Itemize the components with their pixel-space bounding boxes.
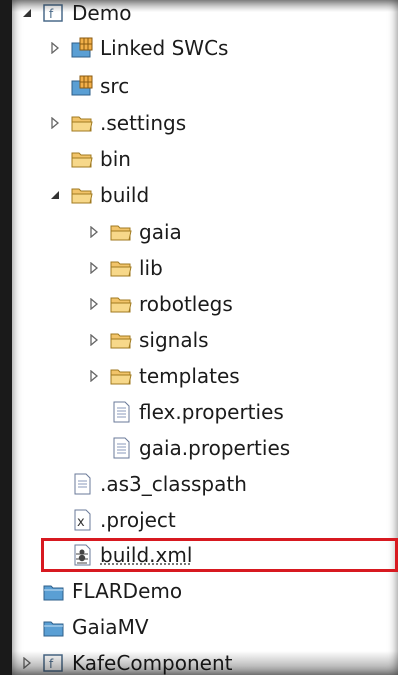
ant-build-file-icon [70,544,94,566]
tree-item-signals[interactable]: signals [12,323,398,357]
tree-item-label: gaia [139,220,182,244]
tree-item-linked-swcs[interactable]: Linked SWCs [12,31,398,65]
tree-item-settings[interactable]: .settings [12,106,398,140]
collapsed-arrow-icon[interactable] [20,656,34,670]
folder-icon [109,257,133,279]
flex-project-icon: f [42,2,66,24]
tree-item-gaiamv[interactable]: GaiaMV [12,610,398,644]
tree-item-label: build.xml [100,543,193,567]
text-file-icon [70,473,94,495]
flex-project-icon: f [42,652,66,674]
tree-item-label: GaiaMV [72,615,149,639]
tree-item-label: FLARDemo [72,579,183,603]
collapsed-arrow-icon[interactable] [87,225,101,239]
tree-item-label: signals [139,328,209,352]
collapsed-arrow-icon[interactable] [87,297,101,311]
properties-file-icon [109,401,133,423]
tree-item-label: templates [139,364,240,388]
library-icon [70,37,94,59]
folder-icon [109,365,133,387]
svg-text:x: x [77,515,85,530]
tree-item-gaia[interactable]: gaia [12,215,398,249]
folder-icon [70,148,94,170]
project-explorer-tree: f Demo Linked SWCs src .settings bin bui… [12,0,398,675]
tree-item-label: gaia.properties [139,436,291,460]
closed-project-icon [42,616,66,638]
expanded-arrow-icon[interactable] [48,188,62,202]
folder-icon [109,329,133,351]
tree-item-src[interactable]: src [12,69,398,103]
tree-item-build-xml[interactable]: build.xml [12,538,398,572]
folder-icon [109,221,133,243]
xml-file-icon: x [70,509,94,531]
tree-item-templates[interactable]: templates [12,359,398,393]
tree-item-label: lib [139,256,163,280]
tree-item-build-folder[interactable]: build [12,178,398,212]
tree-item-robotlegs[interactable]: robotlegs [12,287,398,321]
tree-item-label: Demo [72,1,132,25]
tree-item-flardemo[interactable]: FLARDemo [12,574,398,608]
tree-item-label: flex.properties [139,400,284,424]
collapsed-arrow-icon[interactable] [48,116,62,130]
tree-item-label: .settings [100,111,187,135]
tree-item-gaia-properties[interactable]: gaia.properties [12,431,398,465]
tree-item-lib[interactable]: lib [12,251,398,285]
tree-item-label: KafeComponent [72,651,233,675]
tree-item-project[interactable]: x .project [12,503,398,537]
tree-item-label: .project [100,508,176,532]
collapsed-arrow-icon[interactable] [87,261,101,275]
collapsed-arrow-icon[interactable] [48,41,62,55]
tree-item-bin[interactable]: bin [12,142,398,176]
tree-item-demo[interactable]: f Demo [12,0,398,30]
tree-item-kafecomponent[interactable]: f KafeComponent [12,646,398,675]
collapsed-arrow-icon[interactable] [87,369,101,383]
closed-project-icon [42,580,66,602]
folder-icon [109,293,133,315]
source-folder-icon [70,75,94,97]
expanded-arrow-icon[interactable] [20,6,34,20]
properties-file-icon [109,437,133,459]
tree-item-flex-properties[interactable]: flex.properties [12,395,398,429]
collapsed-arrow-icon[interactable] [87,333,101,347]
tree-item-label: Linked SWCs [100,36,229,60]
tree-item-label: .as3_classpath [100,472,247,496]
tree-item-label: bin [100,147,131,171]
tree-item-label: build [100,183,150,207]
folder-icon [70,184,94,206]
tree-item-as3-classpath[interactable]: .as3_classpath [12,467,398,501]
folder-icon [70,112,94,134]
tree-item-label: robotlegs [139,292,233,316]
tree-item-label: src [100,74,130,98]
